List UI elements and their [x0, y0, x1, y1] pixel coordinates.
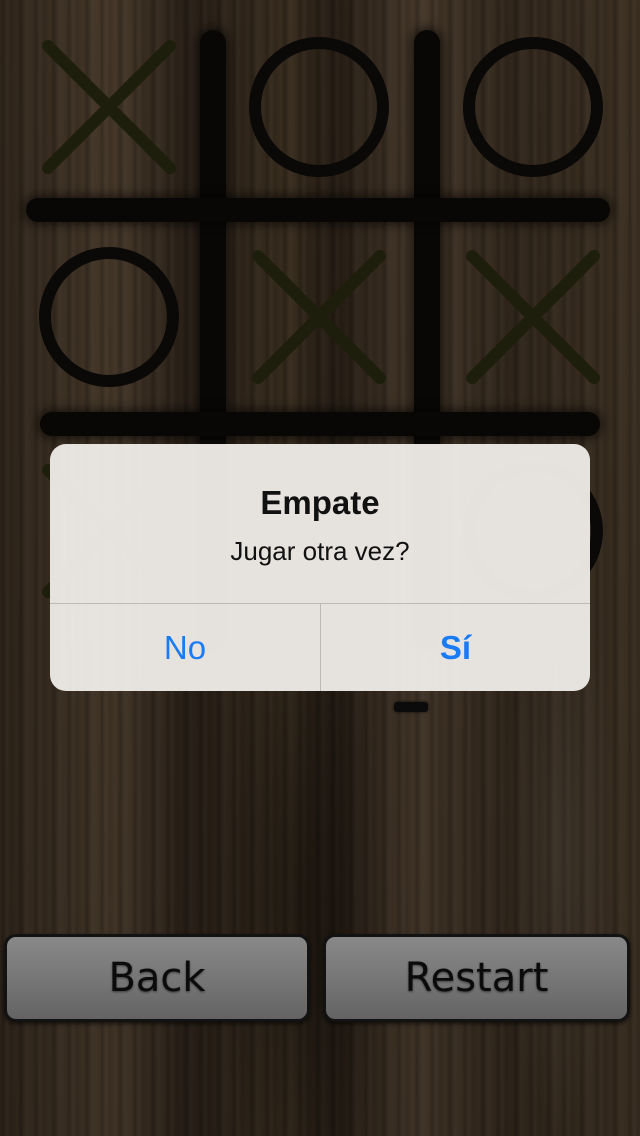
alert-dialog: Empate Jugar otra vez? No Sí — [50, 444, 590, 691]
alert-yes-button[interactable]: Sí — [321, 604, 590, 691]
alert-title: Empate — [260, 484, 380, 521]
alert-content: Empate Jugar otra vez? — [50, 444, 590, 604]
game-screen: Back Restart Empate Jugar otra vez? No S… — [0, 0, 640, 1136]
alert-no-button[interactable]: No — [50, 604, 320, 691]
alert-message: Jugar otra vez? — [230, 536, 410, 566]
